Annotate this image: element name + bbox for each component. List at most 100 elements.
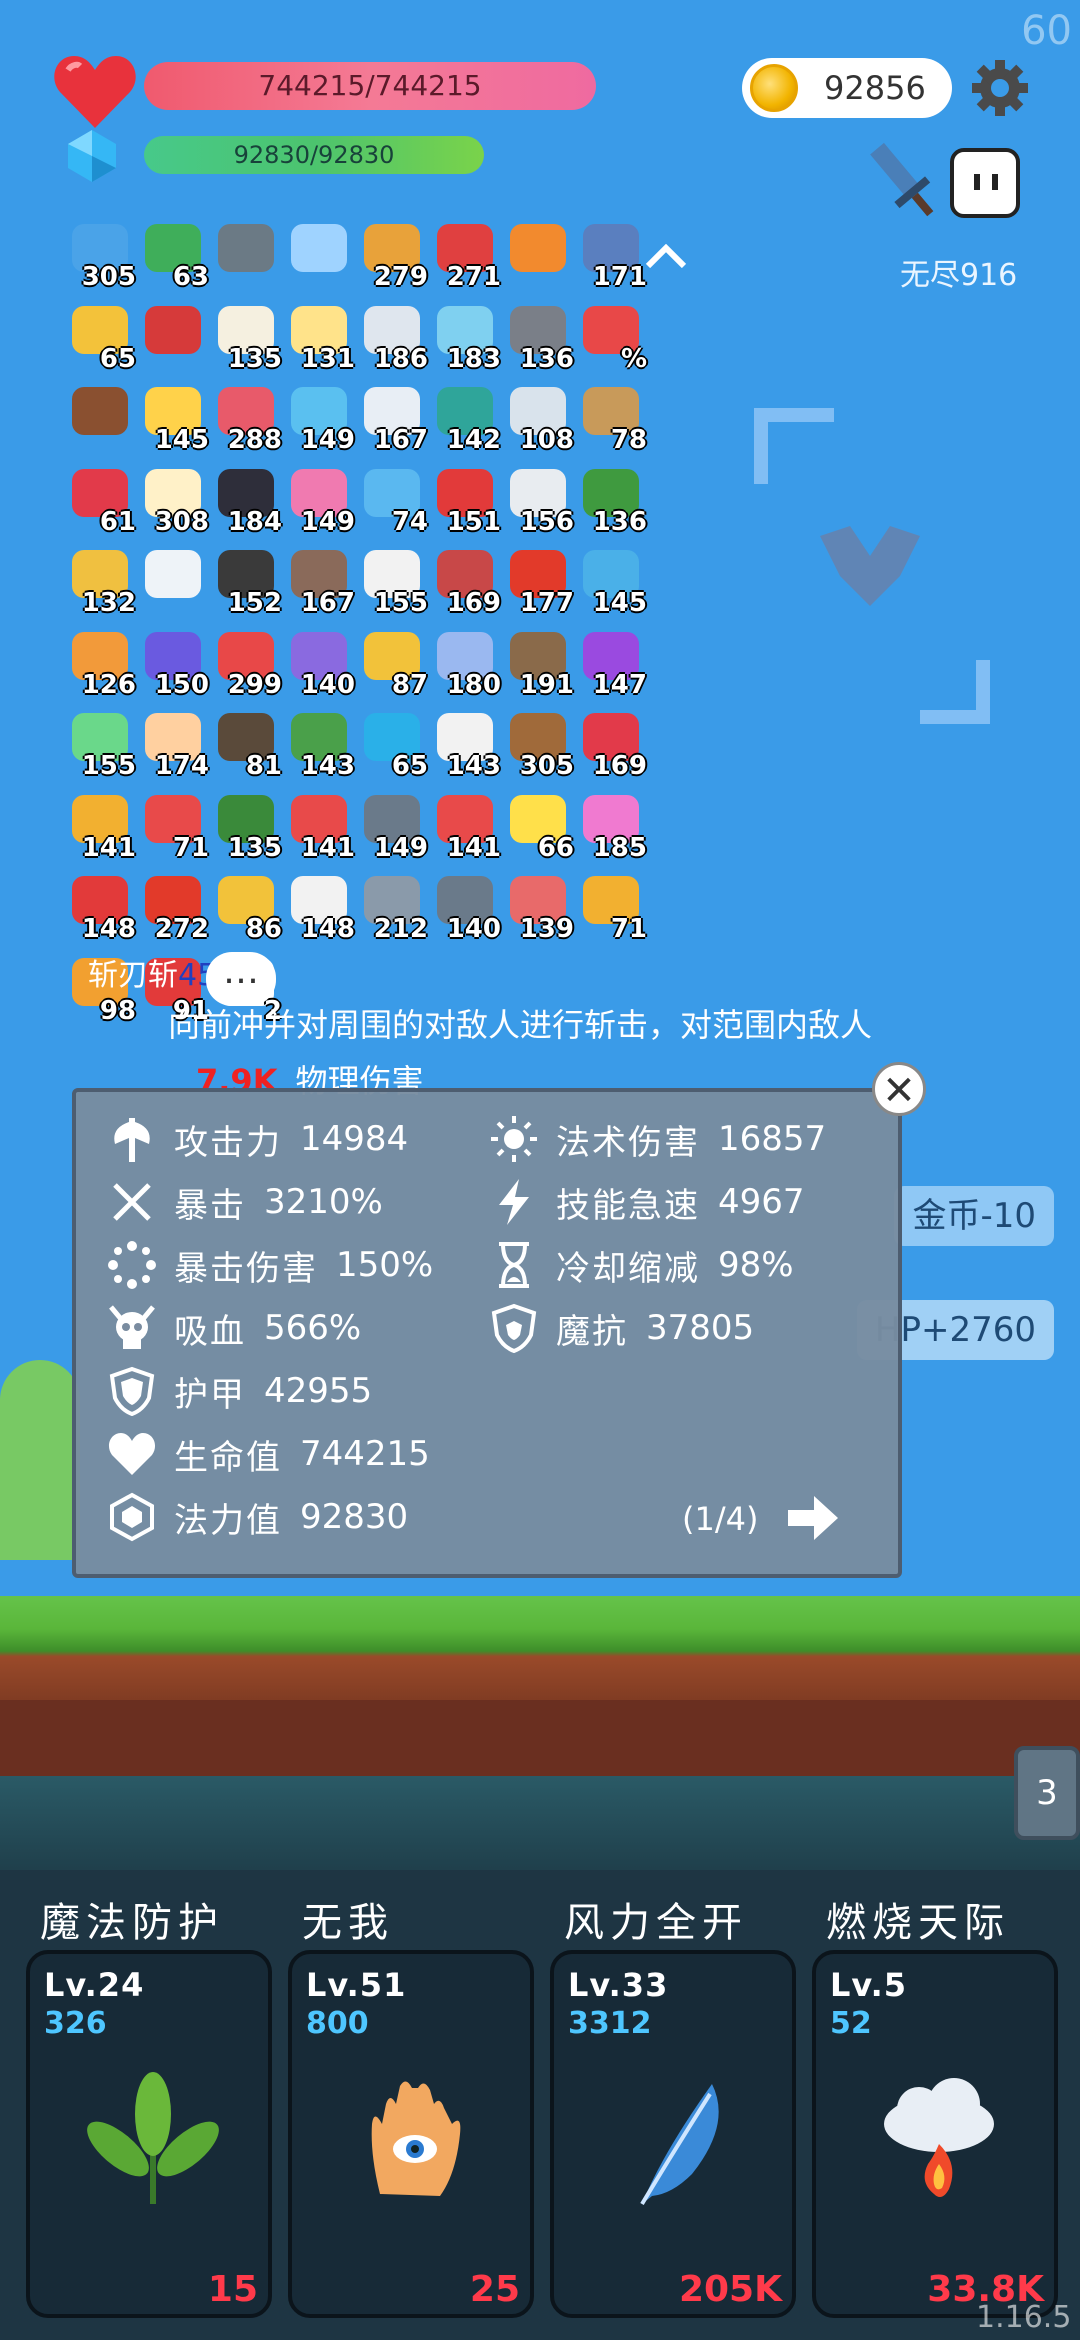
inventory-item[interactable]	[135, 304, 211, 374]
inventory-item[interactable]: 169	[573, 711, 649, 781]
inventory-item[interactable]: 66	[500, 793, 576, 863]
inventory-item[interactable]: 186	[354, 304, 430, 374]
inventory-item[interactable]: 271	[427, 222, 503, 292]
skill-card[interactable]: Lv.24 326 15	[26, 1950, 272, 2318]
inventory-item[interactable]: 171	[573, 222, 649, 292]
inventory-item[interactable]: 63	[135, 222, 211, 292]
inventory-item[interactable]: 143	[427, 711, 503, 781]
item-count: 147	[592, 669, 647, 700]
item-icon	[72, 387, 128, 435]
inventory-item[interactable]: 71	[135, 793, 211, 863]
inventory-item[interactable]: 65	[62, 304, 138, 374]
inventory-item[interactable]: 136	[500, 304, 576, 374]
item-count: 65	[99, 343, 136, 374]
skill-card[interactable]: Lv.33 3312 205K	[550, 1950, 796, 2318]
hourglass-icon	[486, 1240, 542, 1290]
inventory-item[interactable]: 149	[281, 385, 357, 455]
inventory-item[interactable]: 167	[354, 385, 430, 455]
inventory-item[interactable]: %	[573, 304, 649, 374]
inventory-item[interactable]: 180	[427, 630, 503, 700]
inventory-item[interactable]: 288	[208, 385, 284, 455]
close-stats-button[interactable]: ✕	[872, 1062, 926, 1116]
ghost-character-icon[interactable]	[950, 148, 1020, 218]
inventory-item[interactable]: 143	[281, 711, 357, 781]
next-page-arrow-icon[interactable]	[784, 1490, 840, 1546]
inventory-item[interactable]: 272	[135, 874, 211, 944]
inventory-item[interactable]: 156	[500, 467, 576, 537]
inventory-item[interactable]: 135	[208, 793, 284, 863]
inventory-item[interactable]: 136	[573, 467, 649, 537]
inventory-item[interactable]: 151	[427, 467, 503, 537]
inventory-item[interactable]: 141	[62, 793, 138, 863]
inventory-item[interactable]: 78	[573, 385, 649, 455]
inventory-item[interactable]: 150	[135, 630, 211, 700]
skill-title: 燃烧天际	[826, 1900, 1010, 1946]
inventory-item[interactable]: 184	[208, 467, 284, 537]
inventory-item[interactable]: 185	[573, 793, 649, 863]
inventory-item[interactable]: 71	[573, 874, 649, 944]
inventory-item[interactable]: 131	[281, 304, 357, 374]
inventory-item[interactable]: 140	[427, 874, 503, 944]
inventory-item[interactable]: 177	[500, 548, 576, 618]
inventory-item[interactable]: 148	[281, 874, 357, 944]
inventory-item[interactable]: 86	[208, 874, 284, 944]
inventory-item[interactable]: 308	[135, 467, 211, 537]
heart-icon	[104, 1429, 160, 1479]
item-count: 141	[81, 832, 136, 863]
inventory-item[interactable]: 108	[500, 385, 576, 455]
stat-label: 法术伤害	[556, 1122, 700, 1163]
skill-cost: 15	[207, 2269, 258, 2310]
inventory-item[interactable]: 183	[427, 304, 503, 374]
inventory-item[interactable]: 135	[208, 304, 284, 374]
inventory-item[interactable]: 140	[281, 630, 357, 700]
inventory-item[interactable]: 74	[354, 467, 430, 537]
inventory-item[interactable]: 155	[354, 548, 430, 618]
bolt-icon	[486, 1177, 542, 1227]
feather-icon	[602, 2064, 752, 2214]
inventory-item[interactable]: 126	[62, 630, 138, 700]
skill-card[interactable]: Lv.51 800 25	[288, 1950, 534, 2318]
inventory-item[interactable]	[135, 548, 211, 618]
inventory-item[interactable]: 279	[354, 222, 430, 292]
skill-card[interactable]: Lv.5 52 33.8K	[812, 1950, 1058, 2318]
inventory-item[interactable]: 132	[62, 548, 138, 618]
inventory-item[interactable]: 149	[354, 793, 430, 863]
item-count: 148	[81, 914, 136, 944]
inventory-item[interactable]: 139	[500, 874, 576, 944]
item-count: 131	[300, 343, 355, 374]
item-count: 143	[446, 751, 501, 781]
inventory-item[interactable]: 61	[62, 467, 138, 537]
item-count: 108	[519, 425, 574, 455]
inventory-item[interactable]: 152	[208, 548, 284, 618]
inventory-item[interactable]: 299	[208, 630, 284, 700]
inventory-item[interactable]	[208, 222, 284, 292]
inventory-item[interactable]: 87	[354, 630, 430, 700]
inventory-item[interactable]: 65	[354, 711, 430, 781]
inventory-item[interactable]: 145	[573, 548, 649, 618]
inventory-item[interactable]	[281, 222, 357, 292]
collapse-chevron-icon[interactable]	[644, 244, 688, 268]
inventory-item[interactable]: 81	[208, 711, 284, 781]
inventory-item[interactable]: 169	[427, 548, 503, 618]
inventory-item[interactable]: 141	[281, 793, 357, 863]
inventory-item[interactable]: 147	[573, 630, 649, 700]
side-tab-badge[interactable]: 3	[1014, 1746, 1080, 1840]
inventory-item[interactable]: 141	[427, 793, 503, 863]
inventory-item[interactable]: 305	[500, 711, 576, 781]
inventory-item[interactable]: 167	[281, 548, 357, 618]
inventory-item[interactable]: 174	[135, 711, 211, 781]
inventory-item[interactable]: 148	[62, 874, 138, 944]
inventory-item[interactable]: 212	[354, 874, 430, 944]
inventory-item[interactable]: 142	[427, 385, 503, 455]
settings-gear-icon[interactable]	[970, 58, 1030, 118]
inventory-item[interactable]	[62, 385, 138, 455]
weapon-sword-icon[interactable]	[864, 140, 940, 230]
item-count: 145	[592, 588, 647, 618]
inventory-item[interactable]: 305	[62, 222, 138, 292]
inventory-item[interactable]: 155	[62, 711, 138, 781]
inventory-item[interactable]: 149	[281, 467, 357, 537]
inventory-item[interactable]	[500, 222, 576, 292]
inventory-item[interactable]: 191	[500, 630, 576, 700]
inventory-item[interactable]: 145	[135, 385, 211, 455]
chat-bubble[interactable]: …	[206, 952, 276, 1006]
